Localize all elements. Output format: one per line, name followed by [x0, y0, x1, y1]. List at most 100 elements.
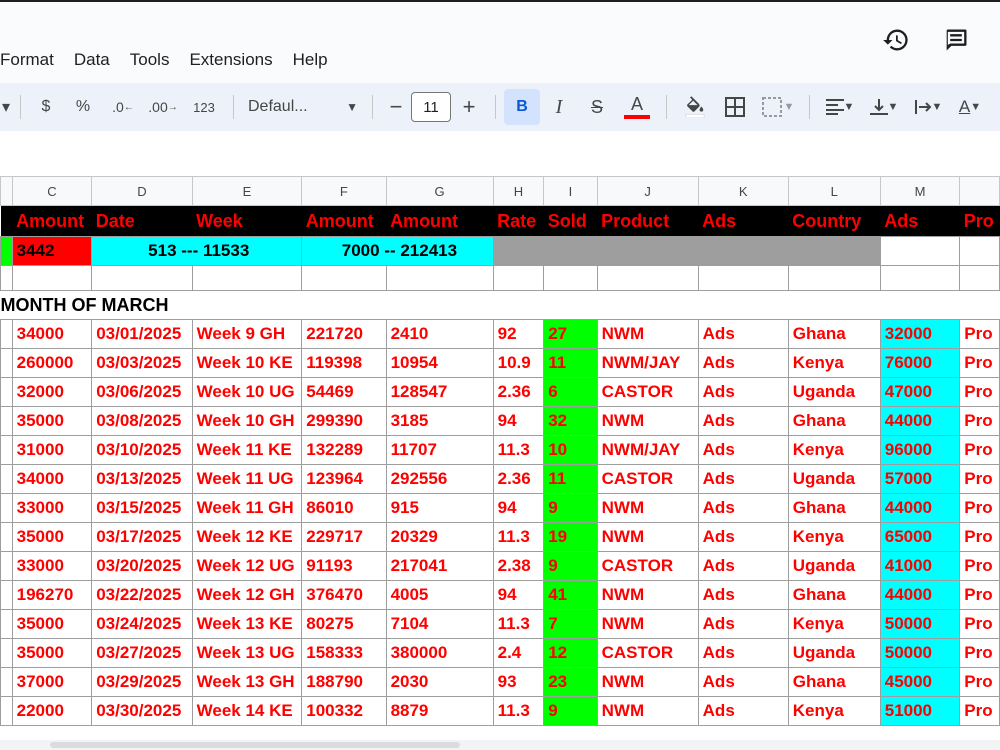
column-header[interactable]: F	[301, 176, 387, 206]
table-cell[interactable]: 292556	[385, 464, 494, 494]
totals-cell[interactable]	[959, 236, 1000, 266]
table-cell[interactable]: 03/24/2025	[91, 609, 193, 639]
header-cell[interactable]: Amount	[386, 205, 494, 237]
table-cell[interactable]: 11	[543, 464, 598, 494]
table-cell[interactable]: 299390	[301, 406, 387, 436]
table-cell[interactable]: 80275	[301, 609, 387, 639]
row-edge-cell[interactable]	[0, 580, 13, 610]
table-cell[interactable]: NWM	[596, 580, 699, 610]
font-size-input[interactable]: 11	[411, 92, 451, 122]
table-cell[interactable]: Pro	[959, 435, 1000, 465]
table-cell[interactable]: Ads	[697, 493, 789, 523]
totals-grey-cell[interactable]	[596, 236, 699, 266]
table-cell[interactable]: 32000	[11, 377, 93, 407]
table-cell[interactable]: 94	[492, 493, 545, 523]
table-cell[interactable]: 96000	[879, 435, 961, 465]
scrollbar-thumb[interactable]	[50, 742, 460, 748]
table-cell[interactable]: Pro	[959, 551, 1000, 581]
table-cell[interactable]: Pro	[959, 319, 1000, 349]
empty-cell[interactable]	[879, 265, 961, 291]
table-cell[interactable]: 65000	[879, 522, 961, 552]
table-cell[interactable]: Week 10 KE	[191, 348, 303, 378]
menu-data[interactable]: Data	[74, 50, 110, 70]
spreadsheet-grid[interactable]: C D E F G H I J K L M Amount Date Week Amount Amount Rat…	[0, 176, 1000, 740]
table-cell[interactable]: 2.36	[492, 464, 545, 494]
header-cell[interactable]: Amount	[301, 205, 387, 237]
table-cell[interactable]: 188790	[301, 667, 387, 697]
header-cell[interactable]: Date	[91, 205, 193, 237]
table-cell[interactable]: 27	[543, 319, 598, 349]
table-cell[interactable]: 915	[385, 493, 494, 523]
table-cell[interactable]: 44000	[879, 493, 961, 523]
table-cell[interactable]: 76000	[879, 348, 961, 378]
totals-grey-cell[interactable]	[697, 236, 789, 266]
table-cell[interactable]: 10954	[385, 348, 494, 378]
table-cell[interactable]: NWM	[596, 696, 699, 726]
header-cell[interactable]: Ads	[880, 205, 960, 237]
table-cell[interactable]: Week 13 GH	[191, 667, 303, 697]
table-cell[interactable]: 03/01/2025	[91, 319, 193, 349]
menu-extensions[interactable]: Extensions	[189, 50, 272, 70]
formula-bar[interactable]	[0, 131, 1000, 176]
row-edge-cell[interactable]	[0, 377, 13, 407]
bold-button[interactable]: B	[504, 89, 540, 125]
row-edge-cell[interactable]	[0, 406, 13, 436]
table-cell[interactable]: 41	[543, 580, 598, 610]
column-header[interactable]: E	[191, 176, 303, 206]
table-cell[interactable]: 03/13/2025	[91, 464, 193, 494]
empty-cell[interactable]	[91, 265, 193, 291]
table-cell[interactable]: 217041	[385, 551, 494, 581]
table-cell[interactable]: 44000	[879, 580, 961, 610]
row-edge-cell[interactable]	[0, 493, 13, 523]
table-cell[interactable]: NWM	[596, 522, 699, 552]
column-header[interactable]: J	[596, 176, 699, 206]
table-cell[interactable]: 100332	[301, 696, 387, 726]
table-cell[interactable]: 2030	[385, 667, 494, 697]
menu-help[interactable]: Help	[293, 50, 328, 70]
decrease-font-size-button[interactable]: −	[381, 90, 411, 124]
header-cell[interactable]: Country	[788, 205, 881, 237]
more-formats-button[interactable]: 123	[183, 90, 225, 124]
table-cell[interactable]: Ads	[697, 609, 789, 639]
table-cell[interactable]: NWM/JAY	[596, 435, 699, 465]
empty-cell[interactable]	[11, 265, 93, 291]
vertical-align-icon[interactable]: ▼	[862, 90, 906, 124]
table-cell[interactable]: Week 10 UG	[191, 377, 303, 407]
table-cell[interactable]: 11.3	[492, 522, 545, 552]
totals-range2-cell[interactable]: 7000 -- 212413	[301, 236, 494, 266]
table-cell[interactable]: 229717	[301, 522, 387, 552]
table-cell[interactable]: Week 13 UG	[191, 638, 303, 668]
table-cell[interactable]: CASTOR	[596, 551, 699, 581]
column-header[interactable]	[959, 176, 1000, 206]
table-cell[interactable]: Pro	[959, 493, 1000, 523]
empty-cell[interactable]	[596, 265, 699, 291]
table-cell[interactable]: Ads	[697, 435, 789, 465]
table-cell[interactable]: Week 14 KE	[191, 696, 303, 726]
table-cell[interactable]: 34000	[11, 319, 93, 349]
text-color-button[interactable]: A	[616, 90, 658, 124]
table-cell[interactable]: 3185	[385, 406, 494, 436]
empty-cell[interactable]	[0, 265, 13, 291]
table-cell[interactable]: Ads	[697, 551, 789, 581]
row-edge-cell[interactable]	[0, 319, 13, 349]
table-cell[interactable]: Ads	[697, 667, 789, 697]
table-cell[interactable]: 20329	[385, 522, 494, 552]
table-cell[interactable]: 50000	[879, 638, 961, 668]
row-edge-cell[interactable]	[0, 551, 13, 581]
header-cell[interactable]: Rate	[493, 205, 544, 237]
table-cell[interactable]: 10	[543, 435, 598, 465]
table-cell[interactable]: 132289	[301, 435, 387, 465]
column-header[interactable]: C	[11, 176, 93, 206]
table-cell[interactable]: 50000	[879, 609, 961, 639]
table-cell[interactable]: 37000	[11, 667, 93, 697]
table-cell[interactable]: 221720	[301, 319, 387, 349]
table-cell[interactable]: 12	[543, 638, 598, 668]
totals-cell[interactable]	[879, 236, 961, 266]
table-cell[interactable]: Uganda	[787, 551, 881, 581]
table-cell[interactable]: Week 10 GH	[191, 406, 303, 436]
version-history-icon[interactable]	[882, 26, 910, 59]
table-cell[interactable]: NWM	[596, 609, 699, 639]
table-cell[interactable]: Kenya	[787, 522, 881, 552]
table-cell[interactable]: Kenya	[787, 696, 881, 726]
font-family-select[interactable]: Defaul... ▼	[242, 90, 364, 124]
